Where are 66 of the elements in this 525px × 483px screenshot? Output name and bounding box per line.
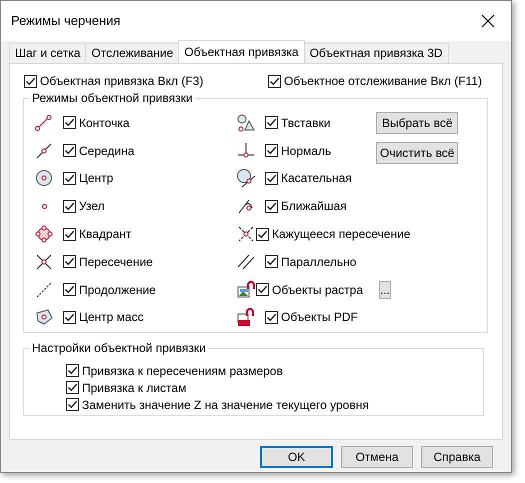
tab[interactable]: Шаг и сетка <box>9 43 86 63</box>
checkmark-icon <box>64 117 75 128</box>
checkmark-icon <box>64 284 75 296</box>
window-title: Режимы черчения <box>11 12 122 30</box>
cancel-button[interactable]: Отмена <box>341 446 413 468</box>
endpoint-icon <box>34 112 54 133</box>
checkbox[interactable]: Нормаль <box>265 142 332 160</box>
midpoint-icon <box>34 140 54 161</box>
checkmark-icon <box>64 228 75 240</box>
checkbox[interactable]: Объекты PDF <box>265 308 358 326</box>
shapes-icon <box>236 112 256 133</box>
checkbox[interactable]: Заменить значение Z на значение текущего уровня <box>66 396 483 413</box>
quadrant-icon <box>34 224 54 244</box>
image-magnet-icon <box>236 280 256 300</box>
checkbox[interactable]: Конточка <box>63 114 130 132</box>
checkbox[interactable]: Касательная <box>265 169 352 188</box>
checkbox[interactable]: Объектная привязка Вкл (F3) <box>24 72 268 90</box>
tab[interactable]: Объектная привязка 3D <box>304 43 449 63</box>
checkbox[interactable]: Твставки <box>265 114 330 132</box>
checkbox[interactable]: Объекты растра <box>256 280 364 299</box>
checkbox[interactable]: Центр <box>63 169 114 188</box>
clear-all-button[interactable]: Очистить всё <box>376 142 458 164</box>
close-icon[interactable] <box>481 14 495 28</box>
more-button[interactable]: ... <box>379 280 392 299</box>
checkmark-icon <box>64 200 75 212</box>
checkbox[interactable]: Привязка к пересечениям размеров <box>66 362 483 379</box>
checkmark-icon <box>266 312 277 323</box>
select-all-button[interactable]: Выбрать всё <box>376 112 458 134</box>
checkmark-icon <box>266 117 277 128</box>
checkmark-icon <box>269 76 280 86</box>
checkbox[interactable]: Квадрант <box>63 225 132 244</box>
node-icon <box>42 204 46 209</box>
checkmark-icon <box>64 145 75 156</box>
checkbox[interactable]: Объектное отслеживание Вкл (F11) <box>268 72 482 90</box>
checkbox[interactable]: Центр масс <box>63 308 144 326</box>
intersection-icon <box>34 252 54 272</box>
checkmark-icon <box>257 284 268 296</box>
checkmark-icon <box>64 172 75 184</box>
checkmark-icon <box>64 256 75 268</box>
checkmark-icon <box>67 399 78 410</box>
checkmark-icon <box>67 382 78 393</box>
checkbox[interactable]: Параллельно <box>265 252 356 271</box>
checkbox[interactable]: Пересечение <box>63 252 153 271</box>
group-title: Режимы объектной привязки <box>30 91 195 105</box>
help-button[interactable]: Справка <box>421 446 493 468</box>
tab[interactable]: Объектная привязка <box>178 40 305 63</box>
tangent-icon <box>236 168 256 188</box>
pentagon-icon <box>34 307 54 328</box>
checkmark-icon <box>266 172 277 184</box>
checkbox[interactable]: Кажущееся пересечение <box>256 225 410 244</box>
checkmark-icon <box>266 200 277 212</box>
checkmark-icon <box>266 256 277 268</box>
checkbox[interactable]: Ближайшая <box>265 197 347 216</box>
checkbox[interactable]: Узел <box>63 197 105 216</box>
ok-button[interactable]: OK <box>260 446 333 468</box>
checkbox[interactable]: Середина <box>63 142 134 160</box>
checkbox[interactable]: Продолжение <box>63 280 156 299</box>
center-icon <box>34 168 54 188</box>
pdf-magnet-icon <box>236 307 256 328</box>
checkbox[interactable]: Привязка к листам <box>66 379 483 396</box>
checkmark-icon <box>64 312 75 323</box>
checkmark-icon <box>25 76 36 86</box>
group-title: Настройки объектной привязки <box>30 341 208 355</box>
checkmark-icon <box>266 145 277 156</box>
checkmark-icon <box>67 365 78 376</box>
checkmark-icon <box>257 228 268 240</box>
